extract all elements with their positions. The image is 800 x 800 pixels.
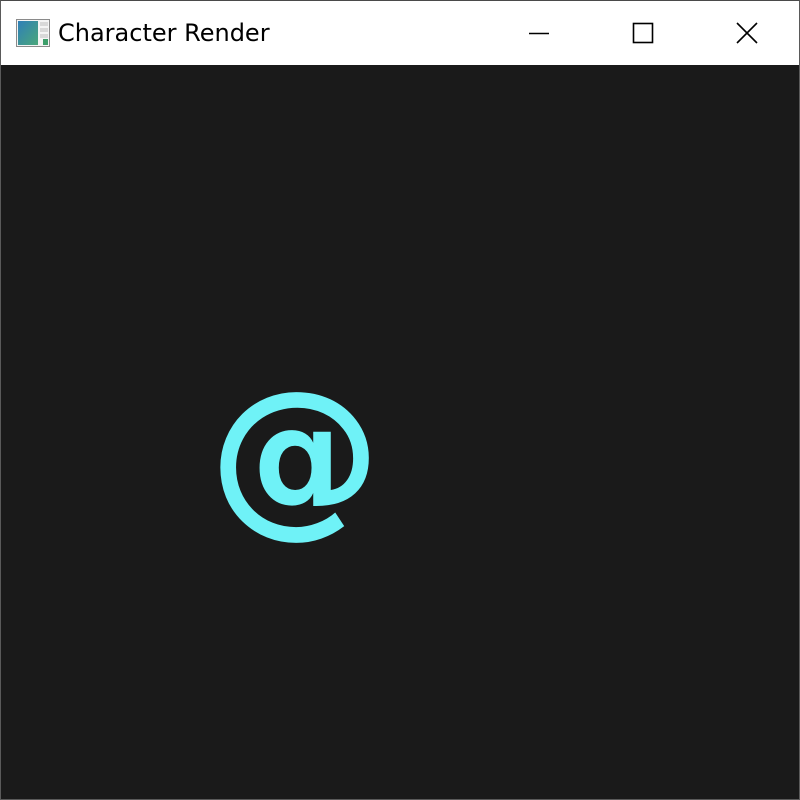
title-bar[interactable]: Character Render [1,1,799,65]
render-canvas: @ [1,65,799,799]
app-window: Character Render @ [0,0,800,800]
window-title: Character Render [58,19,270,47]
app-window-icon [16,19,50,47]
close-button[interactable] [695,1,799,65]
minimize-icon [528,22,550,44]
maximize-icon [632,22,654,44]
close-icon [736,22,758,44]
minimize-button[interactable] [487,1,591,65]
maximize-button[interactable] [591,1,695,65]
rendered-character: @ [209,353,381,554]
